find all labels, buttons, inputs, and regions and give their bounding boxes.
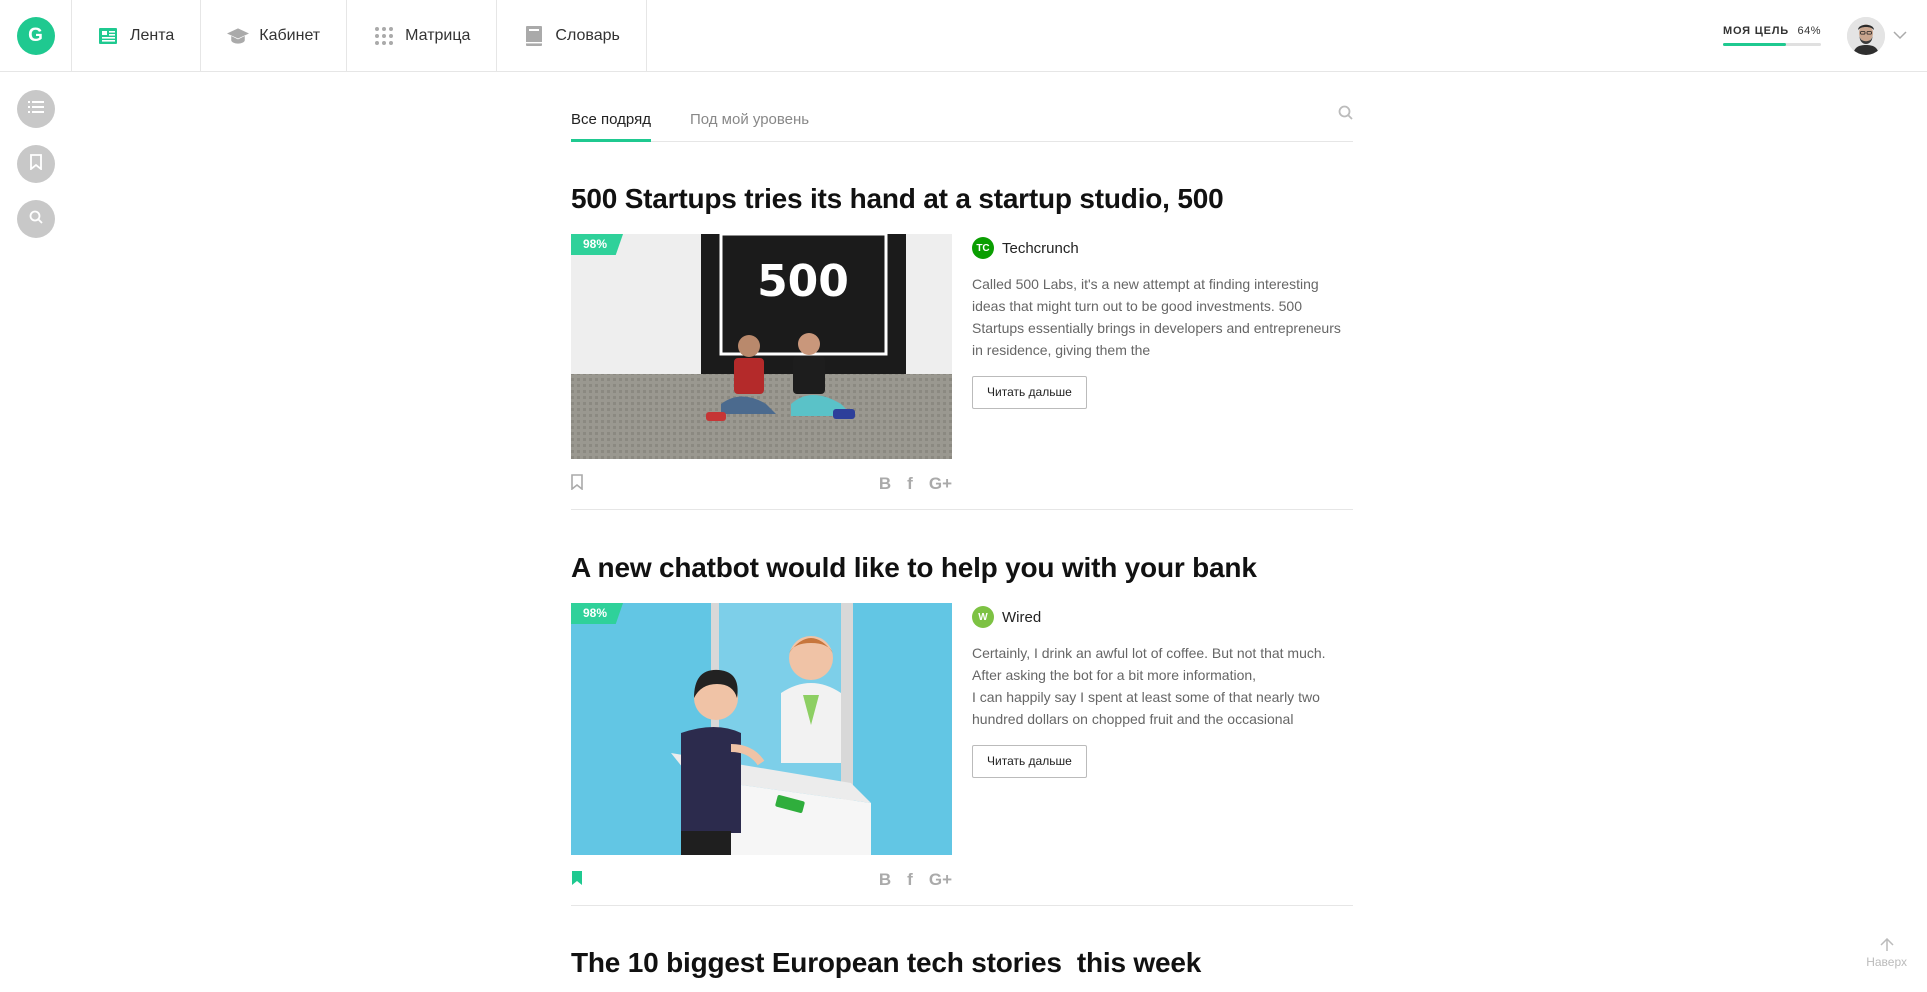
left-rail (17, 90, 55, 238)
article-card: 500 Startups tries its hand at a startup… (571, 142, 1353, 510)
article-title[interactable]: 500 Startups tries its hand at a startup… (571, 182, 1353, 216)
goal-progress: МОЯ ЦЕЛЬ 64% (1723, 25, 1821, 46)
nav-label: Лента (130, 26, 175, 44)
read-more-button[interactable]: Читать дальше (972, 745, 1087, 778)
tab-all[interactable]: Все подряд (571, 111, 651, 142)
graduation-cap-icon (227, 25, 250, 47)
article-image[interactable]: 500 98% (571, 234, 952, 459)
list-icon (28, 100, 44, 118)
excerpt-line: hundred dollars on chopped fruit and the… (972, 711, 1294, 727)
share-vk-icon[interactable]: B (879, 870, 891, 890)
source-logo-text: TC (976, 242, 990, 254)
article-source[interactable]: W Wired (972, 606, 1353, 628)
nav-item-dictionary[interactable]: Словарь (497, 0, 647, 71)
match-badge: 98% (571, 234, 624, 255)
nav-item-cabinet[interactable]: Кабинет (201, 0, 348, 71)
search-icon (29, 210, 43, 229)
back-to-top-label: Наверх (1866, 955, 1907, 969)
match-badge: 98% (571, 603, 624, 624)
book-icon (523, 25, 545, 47)
article-excerpt: Certainly, I drink an awful lot of coffe… (972, 642, 1353, 730)
excerpt-line: I can happily say I spent at least some … (972, 689, 1320, 705)
goal-label: МОЯ ЦЕЛЬ (1723, 25, 1789, 37)
sign-text: 500 (757, 256, 849, 307)
excerpt-line: After asking the bot for a bit more info… (972, 667, 1257, 683)
chevron-down-icon[interactable] (1893, 27, 1907, 45)
feed-tabs: Все подряд Под мой уровень (571, 72, 1353, 142)
goal-progress-bar (1723, 43, 1821, 46)
source-name: Wired (1002, 608, 1042, 626)
share-google-plus-icon[interactable]: G+ (929, 870, 952, 890)
user-menu[interactable] (1847, 16, 1907, 55)
nav-item-matrix[interactable]: Матрица (347, 0, 498, 71)
logo-letter: G (28, 24, 43, 46)
techcrunch-logo-icon: TC (972, 237, 994, 259)
share-facebook-icon[interactable]: f (907, 870, 913, 890)
nav-item-feed[interactable]: Лента (72, 0, 202, 71)
article-photo-500-startups: 500 (571, 234, 952, 459)
newspaper-icon (98, 25, 120, 47)
share-facebook-icon[interactable]: f (907, 474, 913, 494)
article-card: The 10 biggest European tech stories thi… (571, 906, 1353, 980)
bookmark-icon (30, 153, 42, 175)
goal-progress-fill (1723, 43, 1786, 46)
source-name: Techcrunch (1002, 239, 1079, 257)
article-excerpt: Called 500 Labs, it's a new attempt at f… (972, 276, 1341, 358)
arrow-up-icon (1866, 937, 1907, 955)
article-title[interactable]: The 10 biggest European tech stories thi… (571, 946, 1353, 980)
wired-logo-icon: W (972, 606, 994, 628)
excerpt-line: Certainly, I drink an awful lot of coffe… (972, 645, 1326, 661)
goal-percent: 64% (1797, 25, 1821, 37)
tab-my-level[interactable]: Под мой уровень (690, 111, 809, 141)
share-google-plus-icon[interactable]: G+ (929, 474, 952, 494)
share-vk-icon[interactable]: B (879, 474, 891, 494)
back-to-top-button[interactable]: Наверх (1866, 937, 1907, 969)
nav-label: Кабинет (259, 26, 321, 44)
bookmark-filled-icon[interactable] (571, 870, 583, 891)
article-image[interactable]: 98% (571, 603, 952, 855)
grid-dots-icon (373, 25, 395, 47)
search-icon[interactable] (1338, 105, 1353, 125)
top-navigation-bar: G Лента Кабинет Матрица Словарь МОЯ ЦЕЛЬ… (0, 0, 1927, 72)
source-logo-text: W (978, 611, 988, 623)
rail-list-button[interactable] (17, 90, 55, 128)
article-card: A new chatbot would like to help you wit… (571, 510, 1353, 906)
avatar (1847, 16, 1885, 55)
article-source[interactable]: TC Techcrunch (972, 237, 1353, 259)
nav-label: Словарь (555, 26, 620, 44)
bookmark-icon[interactable] (571, 473, 583, 495)
logo-badge: G (16, 16, 55, 55)
logo[interactable]: G (0, 0, 72, 71)
article-illustration-bank-chatbot (571, 603, 952, 855)
read-more-button[interactable]: Читать дальше (972, 376, 1087, 409)
rail-search-button[interactable] (17, 200, 55, 238)
nav-label: Матрица (405, 26, 471, 44)
feed-column: Все подряд Под мой уровень 500 Startups … (571, 72, 1353, 980)
rail-bookmarks-button[interactable] (17, 145, 55, 183)
article-title[interactable]: A new chatbot would like to help you wit… (571, 551, 1353, 585)
